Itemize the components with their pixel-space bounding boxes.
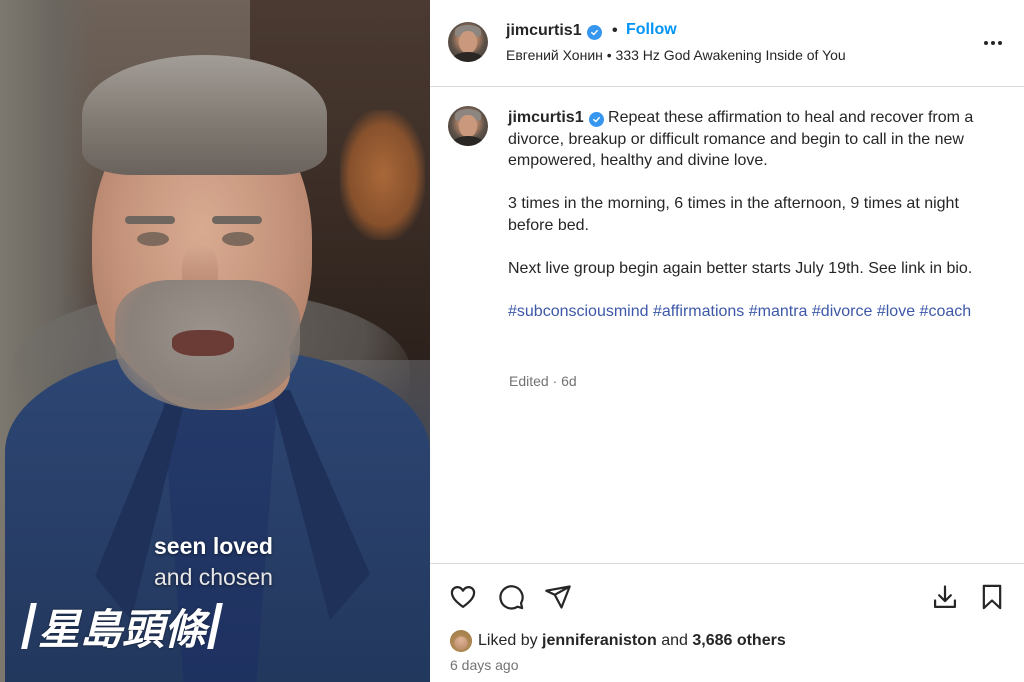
hashtag-link[interactable]: #divorce [812,303,872,320]
author-username-row: jimcurtis1 [506,22,602,40]
hashtag-link[interactable]: #love [877,303,915,320]
watermark-text: 星島頭條 [38,604,207,654]
speaker-brow-right [212,216,262,224]
download-icon[interactable] [930,582,960,612]
liker-username[interactable]: jenniferaniston [542,632,657,650]
speaker-hair [82,55,327,175]
post-side-panel: jimcurtis1 • Follow Евгений Хонин • 333 … [430,0,1024,682]
post-actions-bar: Liked by jenniferaniston and 3,686 other… [430,563,1024,682]
caption-area: jimcurtis1 Repeat these affirmation to h… [430,88,1024,563]
header-separator: • [612,22,618,39]
caption-edited-meta: Edited · 6d [509,373,577,389]
post-timestamp[interactable]: 6 days ago [450,657,519,673]
caption-author-avatar[interactable] [448,106,488,146]
post-caption: jimcurtis1 Repeat these affirmation to h… [508,107,998,344]
liked-by-and: and [661,632,688,649]
news-watermark-logo: 星島頭條 [20,600,224,654]
caption-username[interactable]: jimcurtis1 [508,109,584,126]
likes-count[interactable]: 3,686 others [692,632,785,650]
speaker-eye-right [222,232,254,246]
watermark-bar-right [207,603,223,649]
liker-avatar[interactable] [450,630,472,652]
video-subtitle-line-2: and chosen [154,564,273,590]
comment-icon[interactable] [496,582,526,612]
author-username[interactable]: jimcurtis1 [506,22,582,39]
follow-button[interactable]: Follow [626,21,677,39]
verified-badge-icon [586,25,602,40]
post-header: jimcurtis1 • Follow Евгений Хонин • 333 … [430,0,1024,87]
verified-badge-icon [588,112,604,127]
speaker-mouth [172,330,234,356]
hashtag-link[interactable]: #subconsciousmind [508,303,649,320]
hashtag-link[interactable]: #affirmations [653,303,744,320]
background-lamp [340,110,425,240]
caption-paragraph-2: 3 times in the morning, 6 times in the a… [508,195,959,234]
heart-icon[interactable] [448,582,478,612]
audio-credit-link[interactable]: Евгений Хонин • 333 Hz God Awakening Ins… [506,47,846,63]
author-avatar[interactable] [448,22,488,62]
hashtag-link[interactable]: #mantra [749,303,808,320]
hashtag-list: #subconsciousmind #affirmations #mantra … [508,301,998,323]
share-icon[interactable] [543,582,573,612]
post-video[interactable]: seen loved and chosen 星島頭條 [0,0,430,682]
more-options-icon[interactable] [978,28,1008,58]
speaker-brow-left [125,216,175,224]
hashtag-link[interactable]: #coach [920,303,972,320]
bookmark-icon[interactable] [977,582,1007,612]
liked-by-row: Liked by jenniferaniston and 3,686 other… [450,629,786,653]
watermark-bar-left [21,603,37,649]
caption-paragraph-3: Next live group begin again better start… [508,259,973,277]
video-subtitle-line-1: seen loved [154,533,273,559]
speaker-eye-left [137,232,169,246]
liked-by-prefix: Liked by [478,632,538,649]
